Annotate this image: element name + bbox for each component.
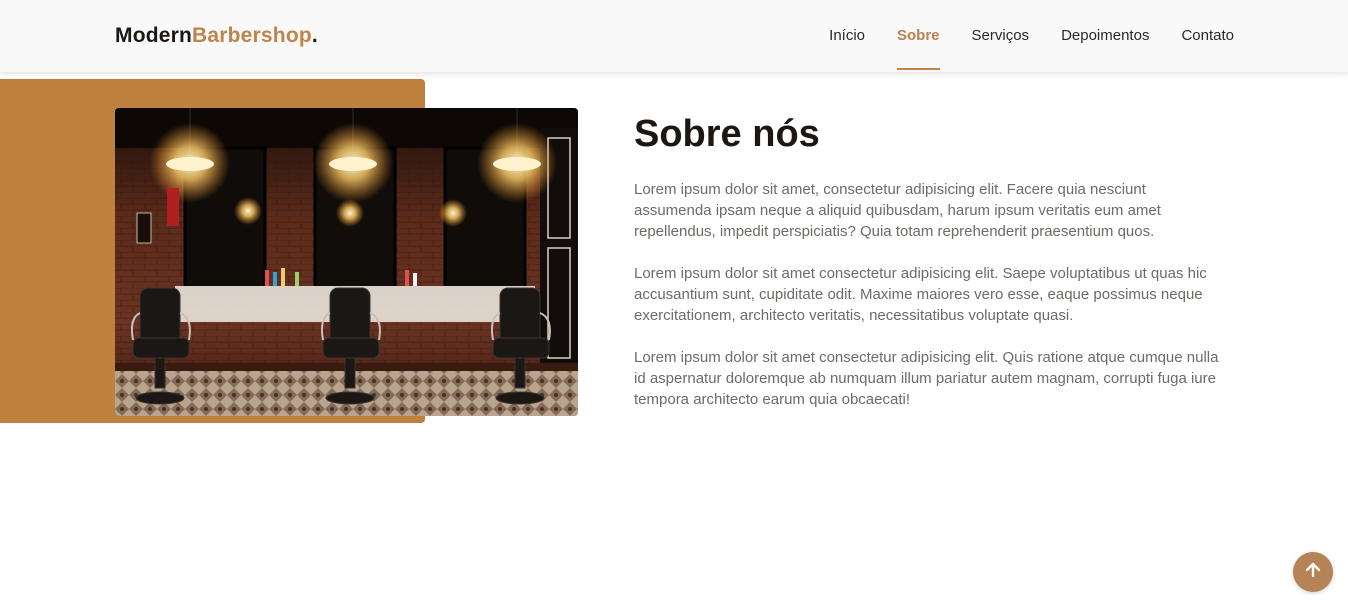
brand-name-part2: Barbershop xyxy=(192,24,312,47)
about-paragraph: Lorem ipsum dolor sit amet, consectetur … xyxy=(634,181,1161,240)
brand-name-part1: Modern xyxy=(115,24,193,47)
about-paragraph: Lorem ipsum dolor sit amet consectetur a… xyxy=(634,265,1207,324)
about-text: Lorem ipsum dolor sit amet, consectetur … xyxy=(634,179,1224,431)
brand-name-suffix: . xyxy=(311,24,318,47)
main-nav: Início Sobre Serviços Depoimentos Contat… xyxy=(797,0,1234,72)
nav-item-depoimentos[interactable]: Depoimentos xyxy=(1061,0,1149,72)
arrow-up-icon xyxy=(1303,560,1323,584)
nav-item-contato[interactable]: Contato xyxy=(1181,0,1234,72)
nav-item-sobre[interactable]: Sobre xyxy=(897,0,940,72)
site-header: ModernBarbershop. Início Sobre Serviços … xyxy=(0,0,1348,72)
barbershop-interior-image xyxy=(115,108,578,416)
back-to-top-button[interactable] xyxy=(1293,552,1333,592)
nav-item-inicio[interactable]: Início xyxy=(829,0,865,72)
brand-logo[interactable]: ModernBarbershop. xyxy=(115,24,318,48)
about-title: Sobre nós xyxy=(634,113,820,155)
nav-item-servicos[interactable]: Serviços xyxy=(972,0,1030,72)
about-paragraph: Lorem ipsum dolor sit amet consectetur a… xyxy=(634,349,1219,408)
